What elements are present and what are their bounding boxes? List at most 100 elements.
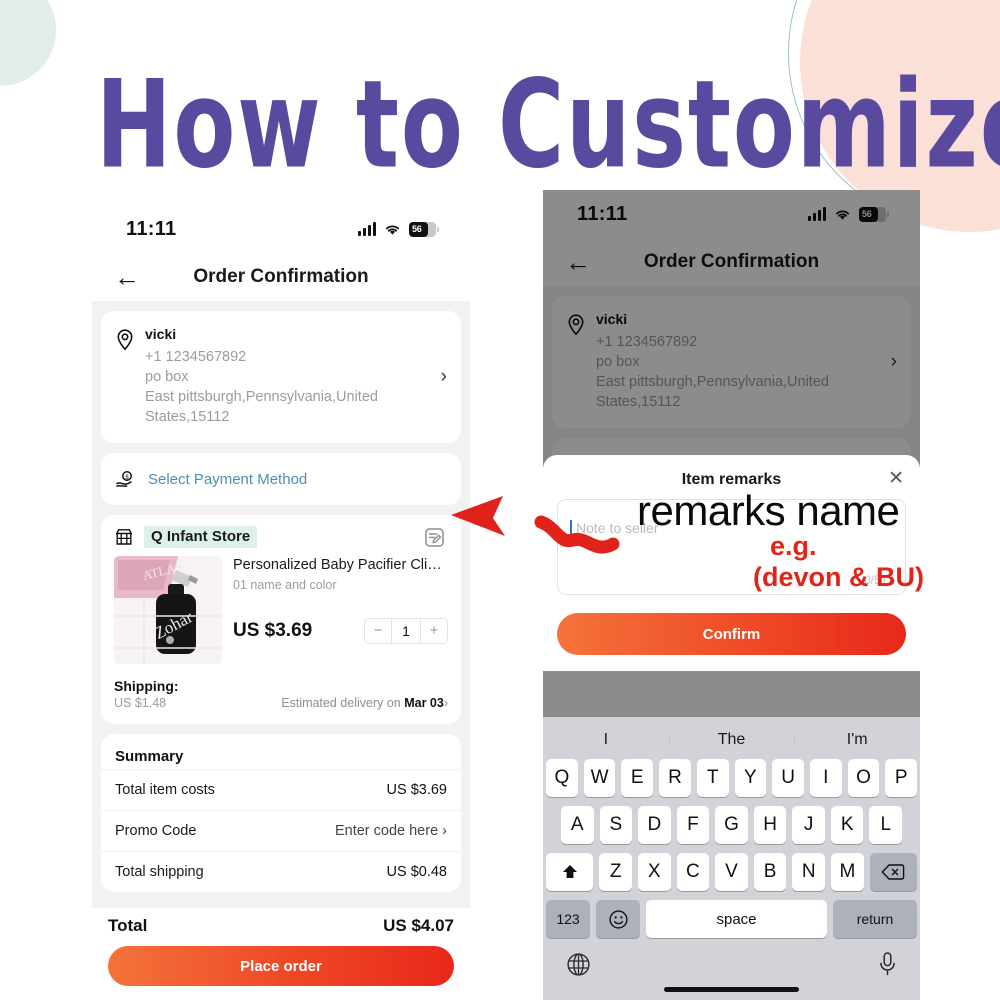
store-product-card: Q Infant Store ATLAS Zohar Personalized …	[101, 515, 461, 724]
key-m[interactable]: M	[831, 853, 864, 891]
key-x[interactable]: X	[637, 853, 671, 891]
summary-title: Summary	[115, 748, 184, 765]
status-time: 11:11	[577, 202, 628, 225]
key-v[interactable]: V	[715, 853, 748, 891]
suggestion-item[interactable]: I'm	[794, 731, 920, 749]
key-h[interactable]: H	[753, 806, 787, 844]
summary-row-label: Total item costs	[115, 782, 215, 798]
delivery-estimate-date: Mar 03	[404, 696, 444, 710]
globe-language-icon[interactable]	[565, 951, 592, 978]
cellular-bars-icon	[808, 207, 826, 221]
backspace-delete-icon[interactable]	[869, 853, 917, 891]
confirm-button[interactable]: Confirm	[557, 613, 906, 655]
chevron-right-icon[interactable]: ›	[891, 351, 897, 373]
key-s[interactable]: S	[599, 806, 633, 844]
key-p[interactable]: P	[885, 759, 918, 797]
nav-bar: ← Order Confirmation	[543, 238, 920, 286]
address-name: vicki	[596, 311, 628, 327]
key-y[interactable]: Y	[734, 759, 767, 797]
return-key[interactable]: return	[833, 900, 917, 938]
key-t[interactable]: T	[696, 759, 729, 797]
key-d[interactable]: D	[638, 806, 671, 844]
summary-row: Total shipping US $0.48	[101, 851, 461, 892]
red-wavy-arrow-icon	[451, 496, 620, 554]
address-phone: +1 1234567892	[145, 349, 247, 365]
summary-row-promo[interactable]: Promo Code Enter code here ›	[101, 810, 461, 851]
quantity-value: 1	[391, 619, 421, 644]
quantity-increase-button[interactable]: +	[421, 619, 447, 643]
summary-row: Total item costs US $3.69	[101, 769, 461, 810]
keyboard-bottom-row	[543, 947, 920, 987]
key-u[interactable]: U	[772, 759, 804, 797]
address-card[interactable]: vicki +1 1234567892 po box East pittsbur…	[101, 311, 461, 443]
quantity-stepper[interactable]: − 1 +	[364, 618, 448, 645]
summary-row-label: Total shipping	[115, 864, 204, 880]
left-phone-screen: 11:11 56 ← Order Confirmation vicki +1 1…	[92, 205, 470, 1000]
home-indicator	[664, 987, 799, 992]
key-c[interactable]: C	[676, 853, 710, 891]
key-g[interactable]: G	[715, 806, 748, 844]
space-key[interactable]: space	[646, 900, 827, 938]
select-payment-method-label: Select Payment Method	[148, 470, 308, 488]
shift-up-arrow-icon[interactable]	[546, 853, 594, 891]
store-row[interactable]: Q Infant Store	[101, 515, 461, 556]
chevron-right-icon: ›	[443, 696, 448, 710]
storefront-icon	[116, 529, 132, 545]
key-f[interactable]: F	[676, 806, 710, 844]
total-label: Total	[108, 916, 148, 935]
key-q[interactable]: Q	[545, 759, 578, 797]
key-k[interactable]: K	[830, 806, 864, 844]
delivery-estimate[interactable]: Estimated delivery on Mar 03›	[281, 696, 448, 710]
key-e[interactable]: E	[621, 759, 654, 797]
select-payment-method-row[interactable]: $ Select Payment Method	[101, 453, 461, 505]
product-row[interactable]: ATLAS Zohar Personalized Baby Pacifier C…	[101, 556, 461, 668]
place-order-button[interactable]: Place order	[108, 946, 454, 986]
annotation-eg: e.g.	[770, 531, 817, 561]
wifi-icon	[385, 225, 400, 235]
microphone-icon[interactable]	[877, 950, 898, 978]
quantity-decrease-button[interactable]: −	[365, 619, 391, 643]
numbers-key[interactable]: 123	[546, 900, 590, 938]
key-j[interactable]: J	[792, 806, 825, 844]
keyboard-row-3: Z X C V B N M	[543, 853, 920, 891]
payment-hand-coin-icon: $	[116, 471, 132, 487]
suggestion-item[interactable]: I	[543, 731, 669, 749]
address-card[interactable]: vicki +1 1234567892 po box East pittsbur…	[552, 296, 911, 428]
chevron-right-icon[interactable]: ›	[441, 366, 447, 388]
shipping-cost: US $1.48	[114, 696, 167, 710]
close-icon[interactable]: ✕	[888, 469, 904, 488]
checkout-bottom-bar: Total US $4.07 Place order	[92, 908, 470, 1000]
keyboard-row-1: Q W E R T Y U I O P	[543, 759, 920, 797]
status-bar: 11:11 56	[92, 205, 470, 253]
keyboard-row-4: 123 space return	[543, 900, 920, 938]
address-name: vicki	[145, 326, 177, 342]
summary-row-value: US $0.48	[386, 864, 447, 880]
annotation-remarks-name: remarks name	[637, 487, 900, 534]
key-i[interactable]: I	[809, 759, 842, 797]
emoji-smiley-icon[interactable]	[596, 900, 640, 938]
virtual-keyboard: I The I'm Q W E R T Y U I O P A S D F G …	[543, 717, 920, 1000]
battery-icon: 56	[409, 221, 439, 237]
wifi-icon	[835, 210, 850, 220]
key-z[interactable]: Z	[599, 853, 632, 891]
key-r[interactable]: R	[659, 759, 691, 797]
product-title: Personalized Baby Pacifier Clip Custo…	[233, 557, 448, 573]
nav-title: Order Confirmation	[193, 266, 369, 287]
decor-circle-mint	[0, 0, 56, 86]
key-n[interactable]: N	[792, 853, 826, 891]
status-time: 11:11	[126, 217, 177, 240]
nav-bar: ← Order Confirmation	[92, 253, 470, 301]
suggestion-item[interactable]: The	[668, 731, 795, 749]
key-o[interactable]: O	[847, 759, 880, 797]
key-w[interactable]: W	[583, 759, 616, 797]
keyboard-row-2: A S D F G H J K L	[543, 806, 920, 844]
battery-percent: 56	[862, 209, 872, 219]
battery-percent: 56	[412, 224, 422, 234]
key-a[interactable]: A	[560, 806, 594, 844]
key-b[interactable]: B	[753, 853, 787, 891]
keyboard-suggestions: I The I'm	[543, 721, 920, 759]
address-line2: East pittsburgh,Pennsylvania,United	[145, 389, 378, 405]
shipping-row[interactable]: Shipping: US $1.48 Estimated delivery on…	[101, 668, 461, 724]
edit-note-icon[interactable]	[424, 527, 445, 548]
key-l[interactable]: L	[869, 806, 903, 844]
